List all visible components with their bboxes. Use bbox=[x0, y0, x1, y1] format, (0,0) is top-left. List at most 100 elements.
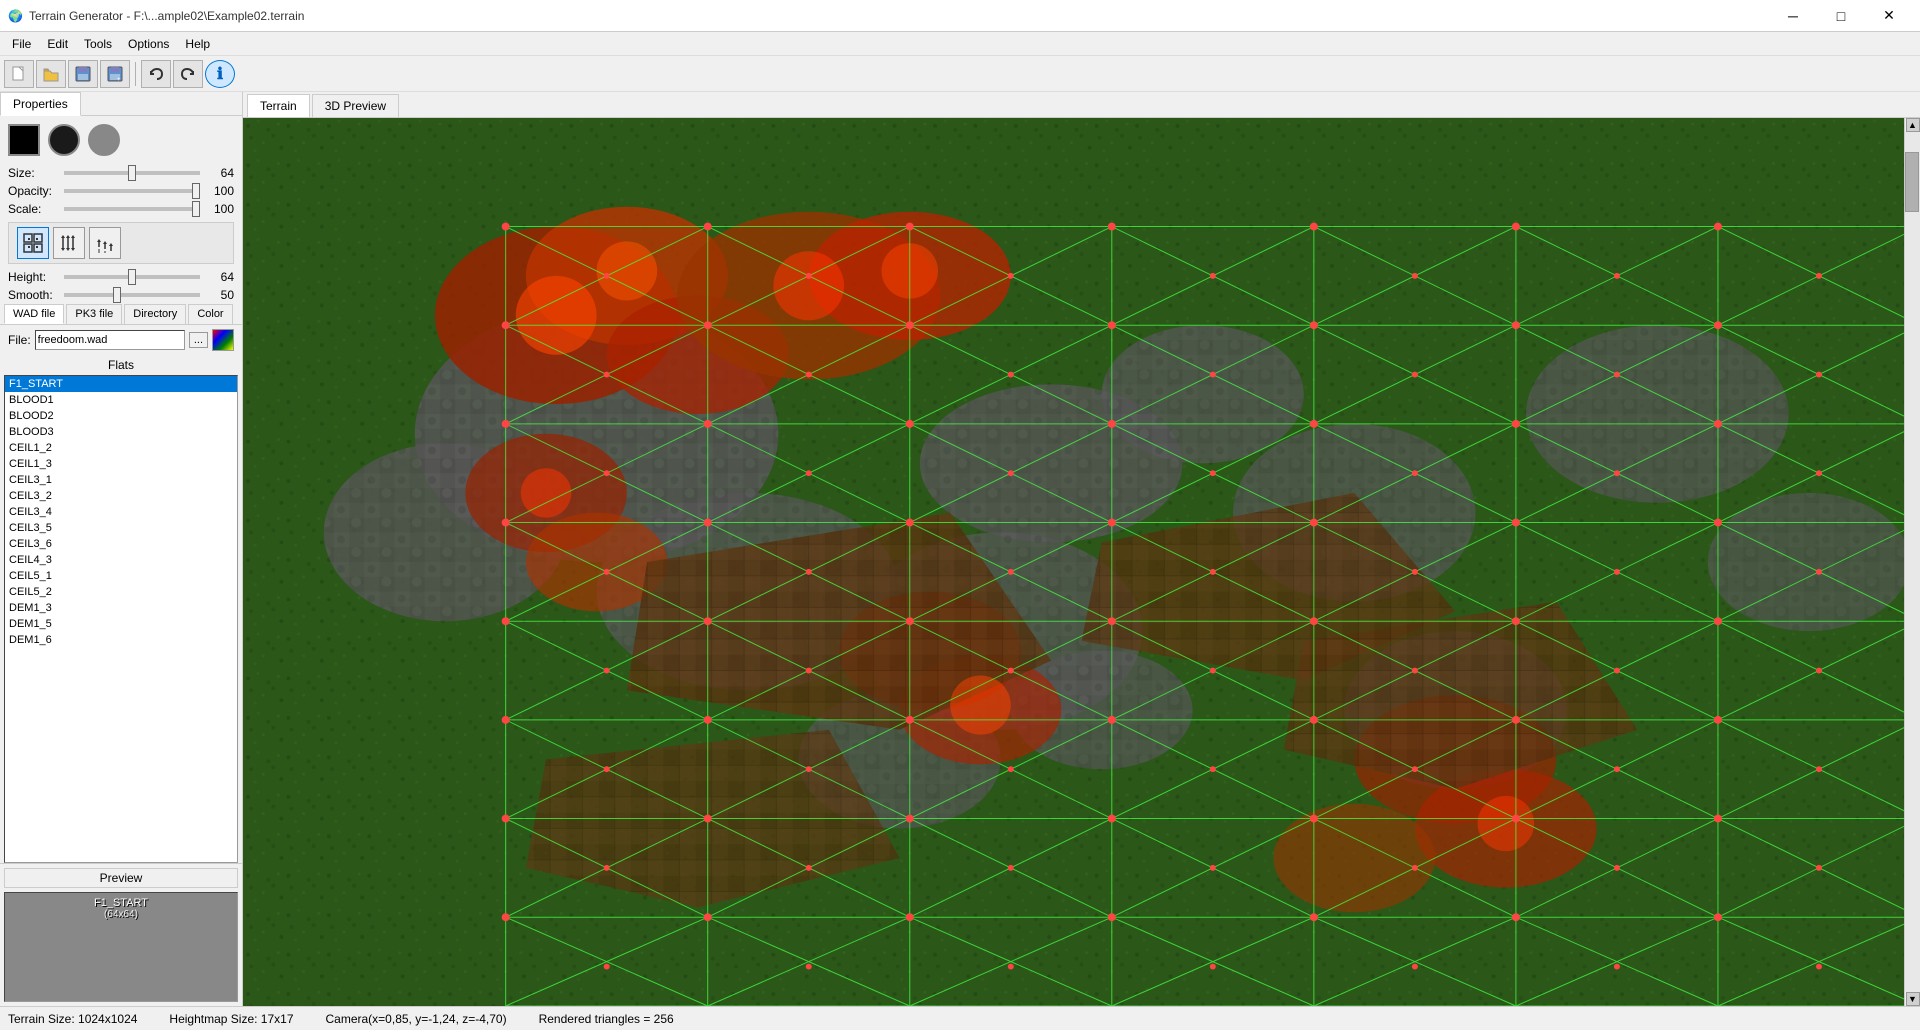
preview-header: Preview bbox=[4, 868, 238, 888]
terrain-size-status: Terrain Size: 1024x1024 bbox=[8, 1012, 137, 1026]
flat-item-7[interactable]: CEIL3_2 bbox=[5, 488, 237, 504]
app-icon: 🌍 bbox=[8, 9, 23, 23]
tab-properties[interactable]: Properties bbox=[0, 92, 81, 116]
preview-size: (64x64) bbox=[104, 909, 138, 920]
scroll-down-btn[interactable]: ▼ bbox=[1906, 992, 1920, 1006]
toolbar: + ℹ bbox=[0, 56, 1920, 92]
smooth-slider[interactable] bbox=[64, 293, 200, 297]
camera-status: Camera(x=0,85, y=-1,24, z=-4,70) bbox=[326, 1012, 507, 1026]
menu-file[interactable]: File bbox=[4, 35, 39, 53]
titlebar-controls: ─ □ ✕ bbox=[1770, 0, 1912, 32]
preview-name: F1_START bbox=[94, 897, 148, 909]
flat-item-13[interactable]: CEIL5_2 bbox=[5, 584, 237, 600]
size-row: Size: 64 bbox=[0, 164, 242, 182]
file-input[interactable] bbox=[35, 330, 185, 350]
scale-row: Scale: 100 bbox=[0, 200, 242, 218]
flat-item-14[interactable]: DEM1_3 bbox=[5, 600, 237, 616]
info-button[interactable]: ℹ bbox=[205, 60, 235, 88]
save-button[interactable] bbox=[68, 60, 98, 88]
height-value: 64 bbox=[204, 270, 234, 284]
flat-item-11[interactable]: CEIL4_3 bbox=[5, 552, 237, 568]
preview-area: F1_START (64x64) bbox=[4, 892, 238, 1002]
flat-item-2[interactable]: BLOOD2 bbox=[5, 408, 237, 424]
menubar: File Edit Tools Options Help bbox=[0, 32, 1920, 56]
flat-item-10[interactable]: CEIL3_6 bbox=[5, 536, 237, 552]
close-button[interactable]: ✕ bbox=[1866, 0, 1912, 32]
tab-color[interactable]: Color bbox=[188, 304, 232, 324]
flat-list[interactable]: F1_START BLOOD1 BLOOD2 BLOOD3 CEIL1_2 CE… bbox=[4, 375, 238, 863]
main-layout: Properties Size: 64 Opacity: 100 Scale: … bbox=[0, 92, 1920, 1006]
scale-value: 100 bbox=[204, 202, 234, 216]
menu-tools[interactable]: Tools bbox=[76, 35, 120, 53]
height-slider[interactable] bbox=[64, 275, 200, 279]
right-area: Terrain 3D Preview bbox=[243, 92, 1920, 1006]
browse-button[interactable]: ... bbox=[189, 332, 208, 348]
size-label: Size: bbox=[8, 166, 60, 180]
smooth-value: 50 bbox=[204, 288, 234, 302]
panel-tabs: Properties bbox=[0, 92, 242, 116]
menu-edit[interactable]: Edit bbox=[39, 35, 76, 53]
flat-item-5[interactable]: CEIL1_3 bbox=[5, 456, 237, 472]
save-as-button[interactable]: + bbox=[100, 60, 130, 88]
statusbar: Terrain Size: 1024x1024 Heightmap Size: … bbox=[0, 1006, 1920, 1030]
toolbar-sep1 bbox=[135, 62, 136, 86]
flat-item-9[interactable]: CEIL3_5 bbox=[5, 520, 237, 536]
scroll-up-btn[interactable]: ▲ bbox=[1906, 118, 1920, 132]
undo-button[interactable] bbox=[141, 60, 171, 88]
terrain-svg bbox=[243, 118, 1920, 1006]
tool-icons-area bbox=[8, 222, 234, 264]
size-slider[interactable] bbox=[64, 171, 200, 175]
tab-directory[interactable]: Directory bbox=[124, 304, 186, 324]
opacity-value: 100 bbox=[204, 184, 234, 198]
flat-item-12[interactable]: CEIL5_1 bbox=[5, 568, 237, 584]
smooth-row: Smooth: 50 bbox=[0, 286, 242, 304]
flat-item-4[interactable]: CEIL1_2 bbox=[5, 440, 237, 456]
svg-text:+: + bbox=[117, 77, 121, 82]
left-panel: Properties Size: 64 Opacity: 100 Scale: … bbox=[0, 92, 243, 1006]
tab-wad-file[interactable]: WAD file bbox=[4, 304, 64, 324]
tab-3d-preview[interactable]: 3D Preview bbox=[312, 94, 399, 117]
file-row: File: ... bbox=[0, 325, 242, 355]
tab-terrain[interactable]: Terrain bbox=[247, 94, 310, 117]
flats-header: Flats bbox=[0, 355, 242, 375]
opacity-slider[interactable] bbox=[64, 189, 200, 193]
titlebar-title: Terrain Generator - F:\...ample02\Exampl… bbox=[29, 9, 304, 23]
height-row: Height: 64 bbox=[0, 268, 242, 286]
scroll-thumb-v[interactable] bbox=[1905, 152, 1919, 212]
heightmap-size-status: Heightmap Size: 17x17 bbox=[169, 1012, 293, 1026]
tool-updown-button[interactable] bbox=[53, 227, 85, 259]
titlebar: 🌍 Terrain Generator - F:\...ample02\Exam… bbox=[0, 0, 1920, 32]
minimize-button[interactable]: ─ bbox=[1770, 0, 1816, 32]
smooth-label: Smooth: bbox=[8, 288, 60, 302]
flat-item-16[interactable]: DEM1_6 bbox=[5, 632, 237, 648]
view-tabs: Terrain 3D Preview bbox=[243, 92, 1920, 118]
color-palette-button[interactable] bbox=[212, 329, 234, 351]
scale-slider[interactable] bbox=[64, 207, 200, 211]
maximize-button[interactable]: □ bbox=[1818, 0, 1864, 32]
open-button[interactable] bbox=[36, 60, 66, 88]
brush-solid-square[interactable] bbox=[8, 124, 40, 156]
scrollbar-vertical[interactable]: ▲ ▼ bbox=[1904, 118, 1920, 1006]
opacity-label: Opacity: bbox=[8, 184, 60, 198]
canvas-area: ▲ ▼ bbox=[243, 118, 1920, 1006]
redo-button[interactable] bbox=[173, 60, 203, 88]
triangles-status: Rendered triangles = 256 bbox=[539, 1012, 674, 1026]
opacity-row: Opacity: 100 bbox=[0, 182, 242, 200]
flat-item-0[interactable]: F1_START bbox=[5, 376, 237, 392]
flat-item-6[interactable]: CEIL3_1 bbox=[5, 472, 237, 488]
brush-area bbox=[0, 116, 242, 164]
flat-item-15[interactable]: DEM1_5 bbox=[5, 616, 237, 632]
menu-options[interactable]: Options bbox=[120, 35, 177, 53]
tool-smooth-button[interactable] bbox=[89, 227, 121, 259]
flat-item-3[interactable]: BLOOD3 bbox=[5, 424, 237, 440]
menu-help[interactable]: Help bbox=[177, 35, 218, 53]
scale-label: Scale: bbox=[8, 202, 60, 216]
new-button[interactable] bbox=[4, 60, 34, 88]
flat-item-8[interactable]: CEIL3_4 bbox=[5, 504, 237, 520]
brush-circle-soft[interactable] bbox=[88, 124, 120, 156]
tool-grid-button[interactable] bbox=[17, 227, 49, 259]
flat-item-1[interactable]: BLOOD1 bbox=[5, 392, 237, 408]
height-label: Height: bbox=[8, 270, 60, 284]
brush-circle-hard[interactable] bbox=[48, 124, 80, 156]
tab-pk3-file[interactable]: PK3 file bbox=[66, 304, 122, 324]
